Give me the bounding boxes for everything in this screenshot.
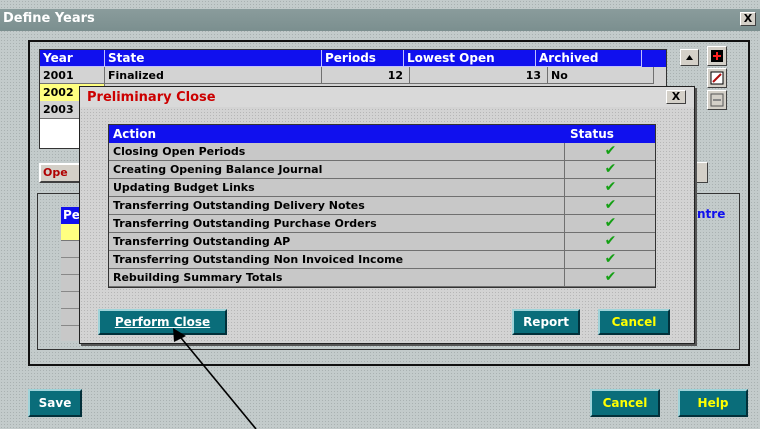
arrow-annotation-icon bbox=[173, 328, 257, 429]
